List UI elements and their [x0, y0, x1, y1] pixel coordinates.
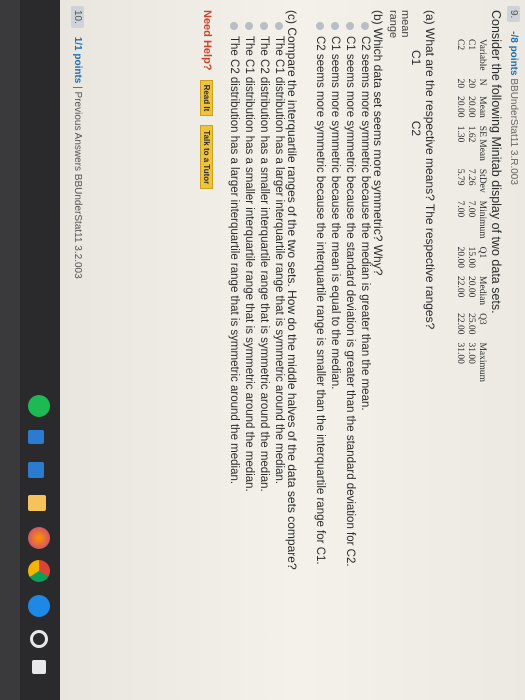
radio-icon[interactable] — [346, 22, 355, 30]
table-header: Maximum — [477, 342, 487, 383]
option-label: C1 seems more symmetric because the mean… — [329, 36, 341, 390]
question-number: 9. — [507, 6, 520, 23]
store-icon[interactable] — [28, 462, 44, 478]
table-cell: 7.00 — [466, 200, 476, 218]
table-header: Mean — [477, 96, 487, 118]
option-c3[interactable]: The C1 distribution has a smaller interq… — [243, 22, 255, 492]
table-row: C1 20 20.00 1.62 7.26 7.00 15.00 20.00 2… — [465, 35, 476, 386]
option-label: C2 seems more symmetric because the inte… — [314, 36, 326, 565]
taskbar — [20, 0, 60, 700]
table-cell: 1.62 — [466, 125, 476, 143]
table-header-row: Variable N Mean SE Mean StDev Minimum Q1… — [476, 35, 487, 386]
question-9-header: 9. -/8 points BBUnderStat11 3.R.003 — [507, 6, 520, 185]
table-cell: 7.26 — [466, 168, 476, 186]
radio-icon[interactable] — [331, 22, 340, 30]
table-cell: 20.00 — [455, 96, 465, 118]
radio-icon[interactable] — [230, 22, 239, 30]
table-cell: 25.00 — [466, 313, 476, 335]
table-cell: 31.00 — [466, 342, 476, 364]
col-c1: C1 — [409, 50, 423, 66]
option-b3[interactable]: C1 seems more symmetric because the mean… — [329, 22, 341, 389]
edge-browser-icon[interactable] — [28, 595, 50, 617]
cortana-search-icon[interactable] — [30, 630, 48, 648]
reference: | Previous Answers BBUnderStat11 3.2.003 — [72, 86, 83, 279]
webassign-page: 9. -/8 points BBUnderStat11 3.R.003 Cons… — [60, 0, 525, 700]
option-b4[interactable]: C2 seems more symmetric because the inte… — [314, 22, 326, 565]
radio-icon[interactable] — [245, 22, 254, 30]
table-header: N — [477, 78, 487, 86]
mail-icon[interactable] — [28, 430, 44, 444]
need-help-label: Need Help? — [201, 10, 213, 71]
option-label: C1 seems more symmetric because the stan… — [344, 36, 356, 567]
option-label: The C1 distribution has a smaller interq… — [243, 36, 255, 492]
option-label: The C2 distribution has a larger interqu… — [228, 36, 240, 485]
question-10-header: 10. 1/1 points | Previous Answers BBUnde… — [71, 6, 84, 279]
part-a-prompt: (a) What are the respective means? The r… — [423, 10, 437, 330]
question-number: 10. — [71, 6, 84, 28]
col-c2: C2 — [409, 120, 423, 137]
option-c2[interactable]: The C2 distribution has a smaller interq… — [258, 22, 270, 492]
table-cell: 20.00 — [455, 246, 465, 269]
table-cell: 1.30 — [455, 125, 465, 143]
firefox-icon[interactable] — [28, 527, 50, 549]
part-c-prompt: (c) Compare the interquartile ranges of … — [285, 10, 299, 570]
option-c1[interactable]: The C1 distribution has a larger interqu… — [273, 22, 285, 484]
answer-column-headers: C1 C2 — [409, 22, 423, 188]
chrome-icon[interactable] — [28, 560, 50, 582]
option-b1[interactable]: C2 seems more symmetric because the medi… — [359, 22, 371, 411]
table-cell: C1 — [466, 39, 476, 51]
option-c4[interactable]: The C2 distribution has a larger interqu… — [228, 22, 240, 484]
radio-icon[interactable] — [316, 22, 325, 30]
table-header: Variable — [477, 39, 487, 71]
option-b2[interactable]: C1 seems more symmetric because the stan… — [344, 22, 356, 567]
question-intro: Consider the following Minitab display o… — [489, 10, 503, 314]
table-cell: 20 — [466, 78, 476, 89]
range-label: range — [387, 10, 399, 39]
read-it-button[interactable]: Read It — [200, 79, 213, 117]
talk-to-tutor-button[interactable]: Talk to a Tutor — [200, 125, 213, 190]
mean-label: mean — [399, 10, 411, 38]
table-header: Minimum — [477, 200, 487, 239]
radio-icon[interactable] — [260, 22, 269, 30]
help-bar: Need Help? Read It Talk to a Tutor — [200, 10, 213, 195]
points: 1/1 points — [72, 36, 83, 84]
minitab-table: Variable N Mean SE Mean StDev Minimum Q1… — [454, 35, 487, 386]
table-header: Median — [477, 276, 487, 306]
option-label: C2 seems more symmetric because the medi… — [359, 36, 371, 411]
file-explorer-icon[interactable] — [28, 495, 46, 511]
table-cell: 31.00 — [455, 342, 465, 364]
table-row: C2 20 20.00 1.30 5.79 7.00 20.00 22.00 2… — [454, 35, 465, 386]
table-header: StDev — [477, 168, 487, 193]
table-cell: 15.00 — [466, 246, 476, 269]
radio-icon[interactable] — [275, 22, 284, 30]
option-label: The C2 distribution has a smaller interq… — [258, 36, 270, 492]
radio-icon[interactable] — [361, 22, 370, 30]
table-cell: C2 — [455, 39, 465, 51]
table-cell: 20.00 — [466, 96, 476, 118]
table-cell: 7.00 — [455, 200, 465, 218]
table-cell: 22.00 — [455, 313, 465, 335]
table-cell: 5.79 — [455, 168, 465, 186]
part-b-prompt: (b) Which data set seems more symmetric?… — [371, 10, 385, 276]
points: -/8 points — [508, 31, 519, 76]
table-header: Q1 — [477, 246, 487, 259]
windows-start-icon[interactable] — [32, 660, 46, 674]
table-header: SE Mean — [477, 125, 487, 161]
table-cell: 22.00 — [455, 276, 465, 298]
option-label: The C1 distribution has a larger interqu… — [273, 36, 285, 485]
table-cell: 20.00 — [466, 276, 476, 298]
spotify-icon[interactable] — [28, 395, 50, 417]
table-cell: 20 — [455, 78, 465, 89]
reference: BBUnderStat11 3.R.003 — [508, 78, 519, 185]
table-header: Q3 — [477, 313, 487, 325]
